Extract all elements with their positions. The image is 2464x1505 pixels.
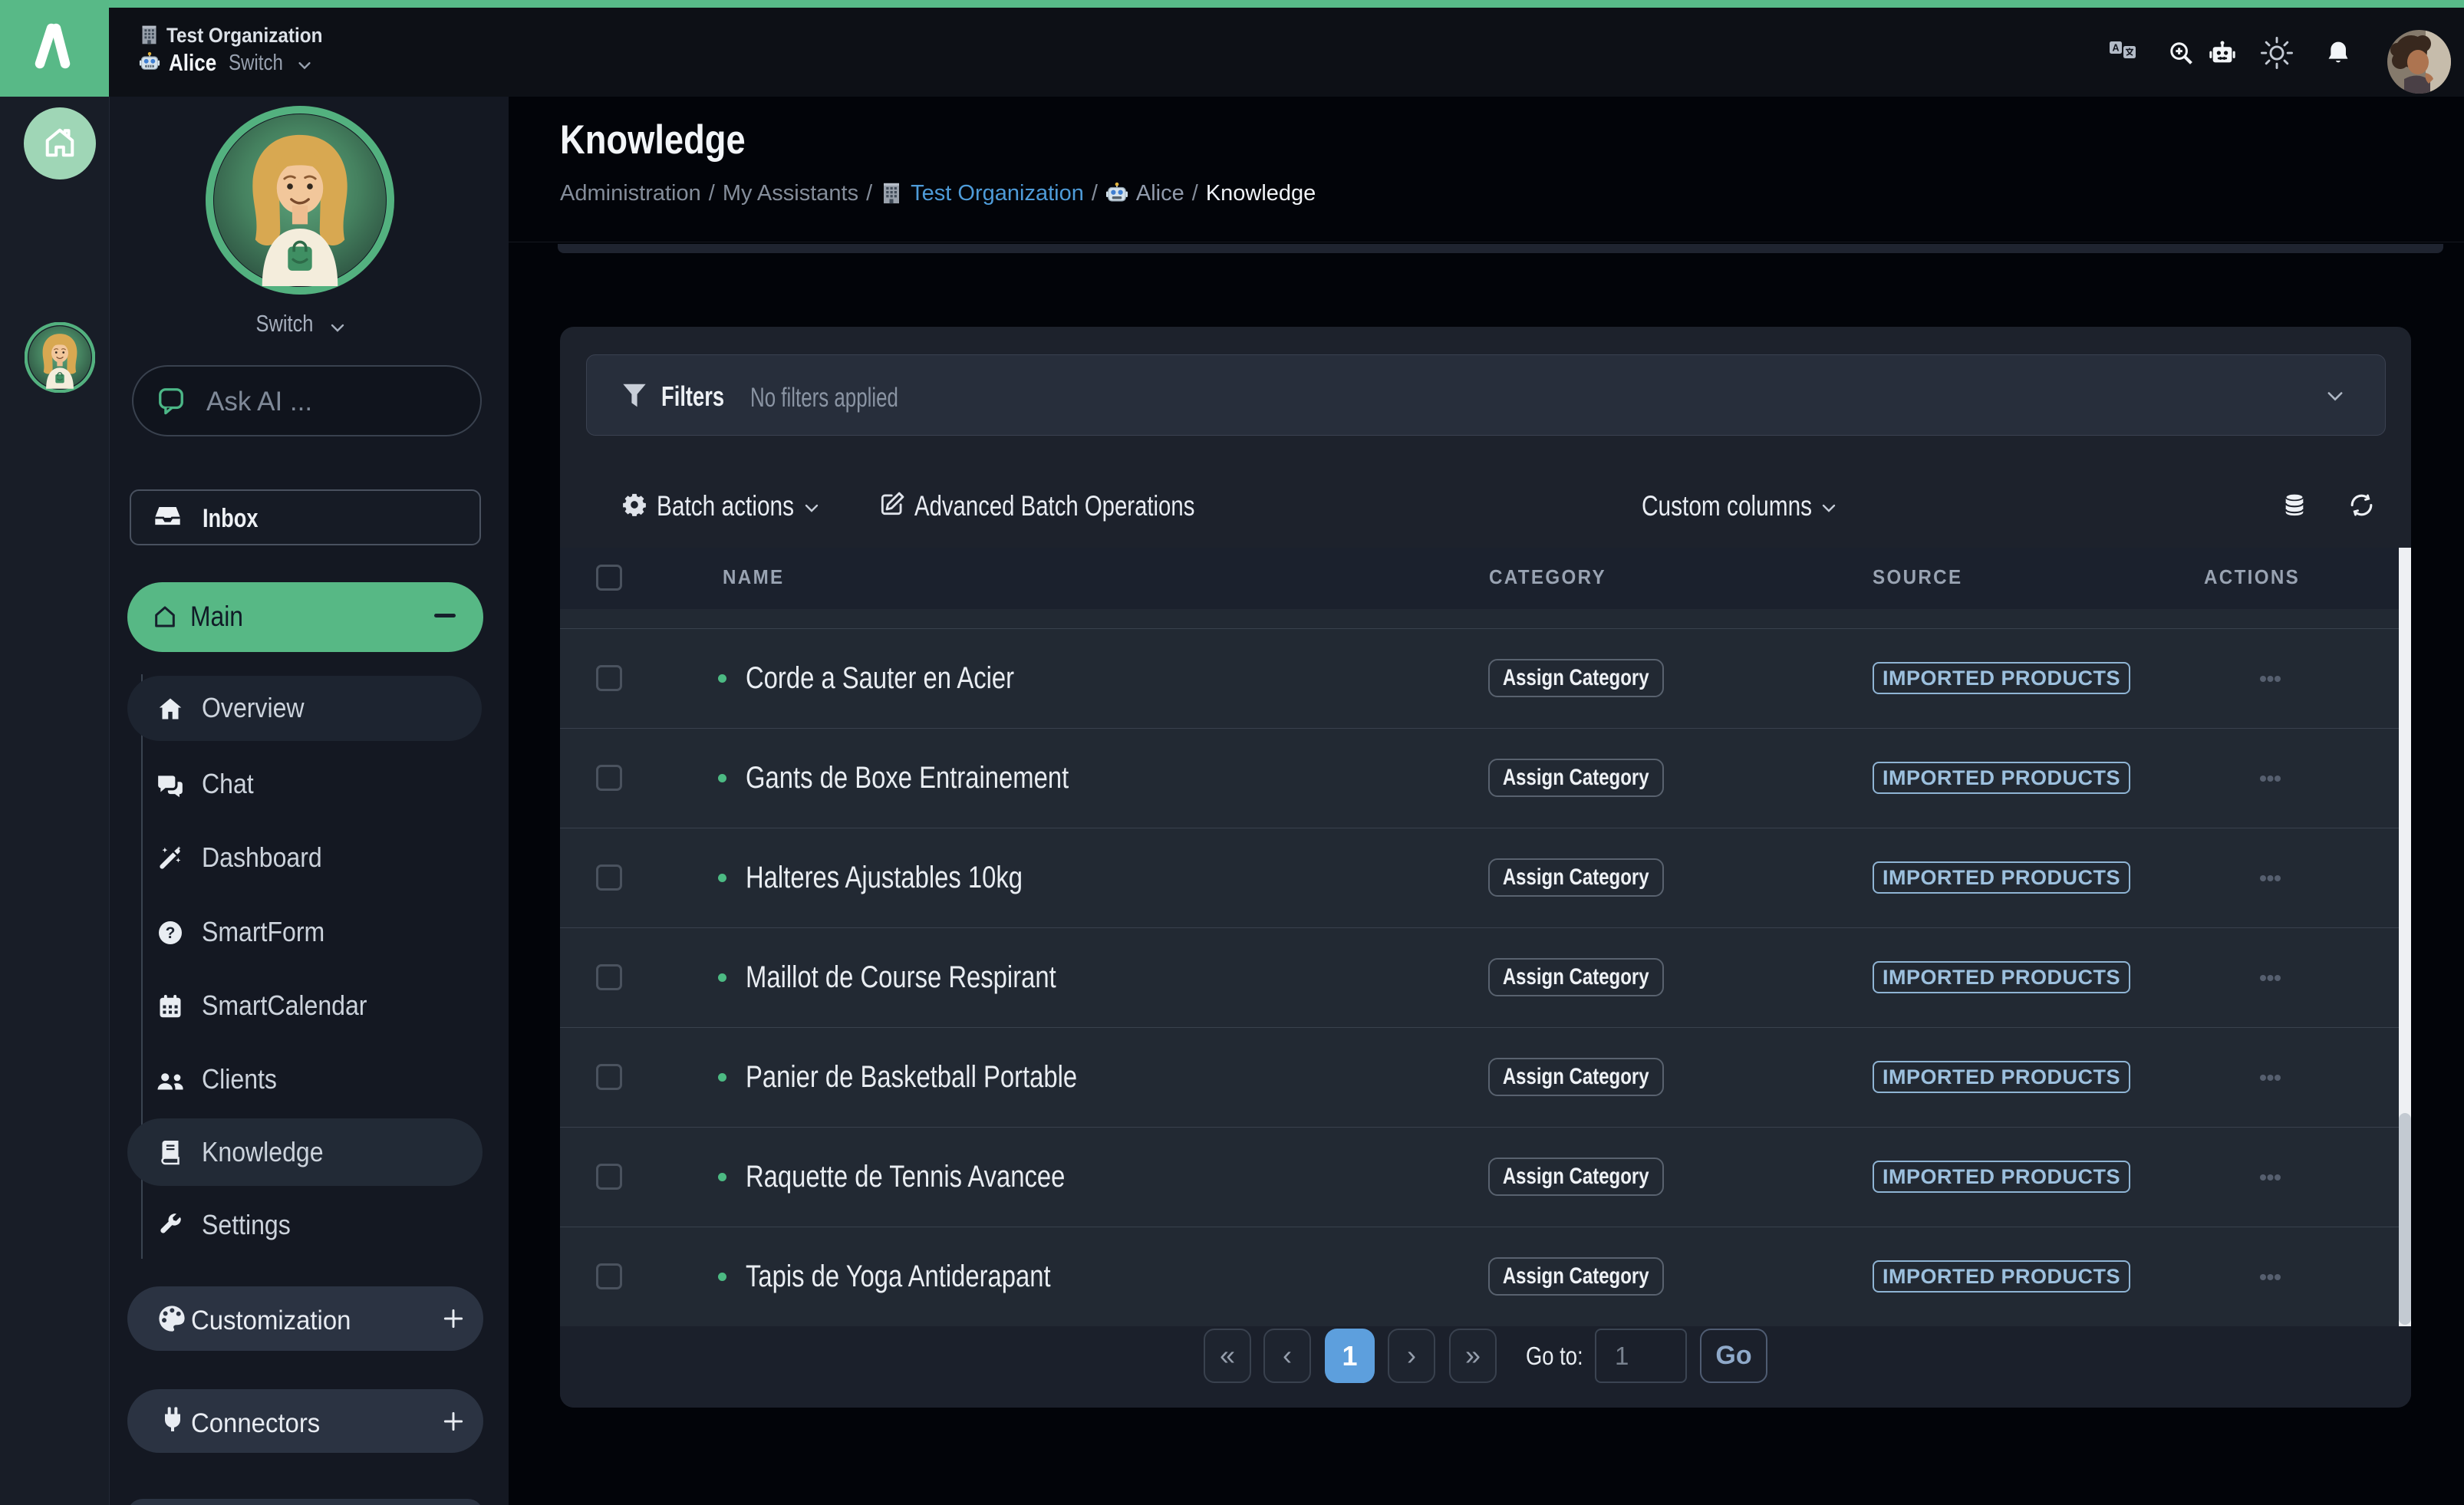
svg-text:A: A <box>2112 43 2119 54</box>
svg-text:?: ? <box>166 924 176 942</box>
